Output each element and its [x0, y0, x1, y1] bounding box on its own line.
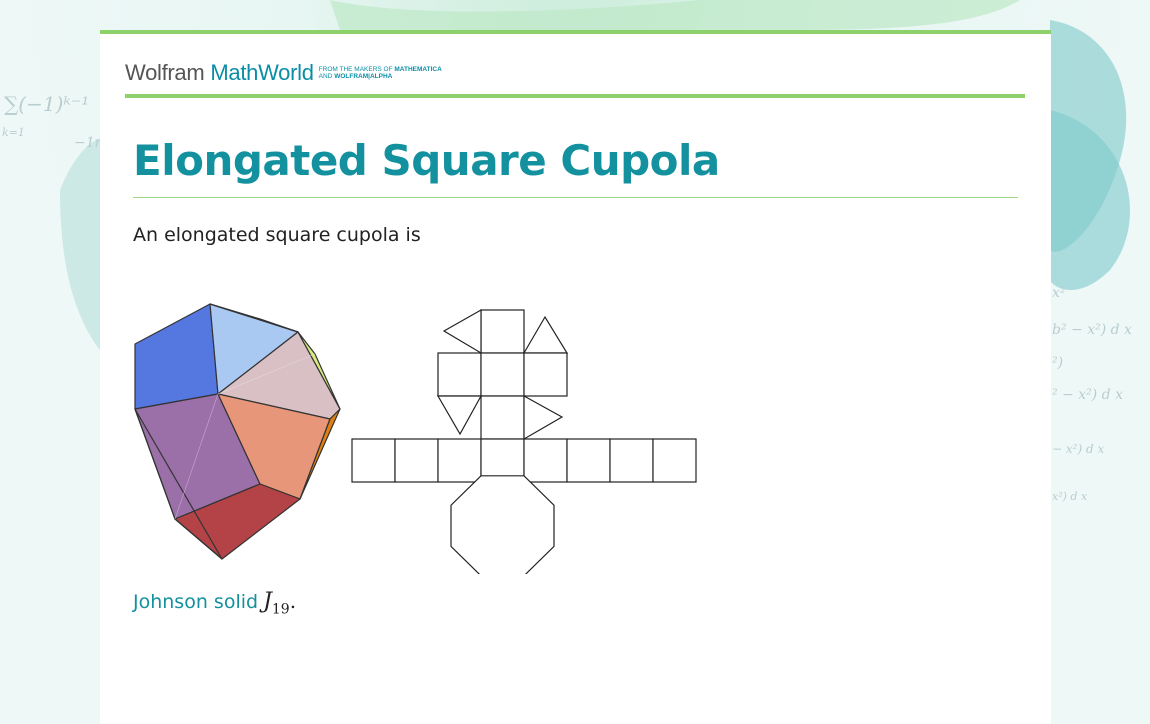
net-square [437, 352, 482, 397]
tagline-line-2: AND WOLFRAM|ALPHA [319, 73, 442, 81]
bg-formula-tail: −1r [74, 135, 102, 151]
net-triangle [522, 315, 569, 354]
bg-formula-sum: ∑(−1)ᵏ⁻¹ [4, 92, 90, 116]
logo-mathworld-text: MathWorld [210, 60, 314, 85]
polyhedron-net [351, 308, 697, 574]
tagline-line-2-prefix: AND [318, 73, 335, 80]
bg-formula-r6: x²) d x [1052, 490, 1088, 503]
net-triangle [436, 395, 483, 436]
logo-wolfram-text: Wolfram [125, 60, 205, 85]
logo-tagline: FROM THE MAKERS OF MATHEMATICA AND WOLFR… [319, 66, 442, 81]
net-triangle [442, 308, 482, 355]
bg-formula-r4: ² − x²) d x [1052, 387, 1123, 403]
content-card: Wolfram MathWorld FROM THE MAKERS OF MAT… [100, 30, 1051, 724]
tagline-line-1: FROM THE MAKERS OF MATHEMATICA [319, 66, 442, 74]
caption-math-subscript: 19 [271, 601, 290, 618]
net-square [480, 352, 525, 397]
face-blue [134, 303, 219, 410]
bg-formula-r3: ²) [1052, 355, 1064, 371]
bg-formula-r1: x² [1052, 285, 1066, 301]
caption-math-symbol: J [263, 589, 272, 614]
johnson-solid-link[interactable]: Johnson solid [133, 591, 258, 613]
site-header: Wolfram MathWorld FROM THE MAKERS OF MAT… [125, 58, 1025, 98]
bg-formula-r2: b² − x²) d x [1052, 322, 1132, 338]
net-square [652, 438, 697, 483]
polyhedron-3d [134, 303, 341, 560]
mathworld-logo[interactable]: Wolfram MathWorld FROM THE MAKERS OF MAT… [125, 58, 442, 88]
caption: Johnson solid J19 . [133, 589, 296, 617]
net-square [523, 438, 568, 483]
tagline-line-1-bold: MATHEMATICA [394, 65, 442, 73]
net-square [480, 309, 525, 354]
caption-period: . [289, 589, 297, 613]
net-square [394, 438, 439, 483]
net-triangle [523, 394, 564, 441]
net-octagon [450, 475, 555, 574]
net-square [351, 438, 396, 483]
tagline-line-2-bold: WOLFRAM|ALPHA [334, 73, 393, 80]
tagline-line-1-prefix: FROM THE MAKERS OF [318, 65, 395, 73]
net-square [566, 438, 611, 483]
net-square [480, 395, 525, 440]
polyhedron-figure [134, 303, 697, 574]
top-glow-shape [330, 0, 1020, 30]
page-title: Elongated Square Cupola [133, 136, 1018, 198]
bg-formula-sub: k=1 [2, 126, 25, 139]
net-square [523, 352, 568, 397]
intro-text: An elongated square cupola is [133, 224, 421, 246]
net-square [437, 438, 482, 483]
net-square [609, 438, 654, 483]
bg-formula-r5: − x²) d x [1052, 442, 1105, 456]
caption-math: J19 [263, 589, 290, 617]
